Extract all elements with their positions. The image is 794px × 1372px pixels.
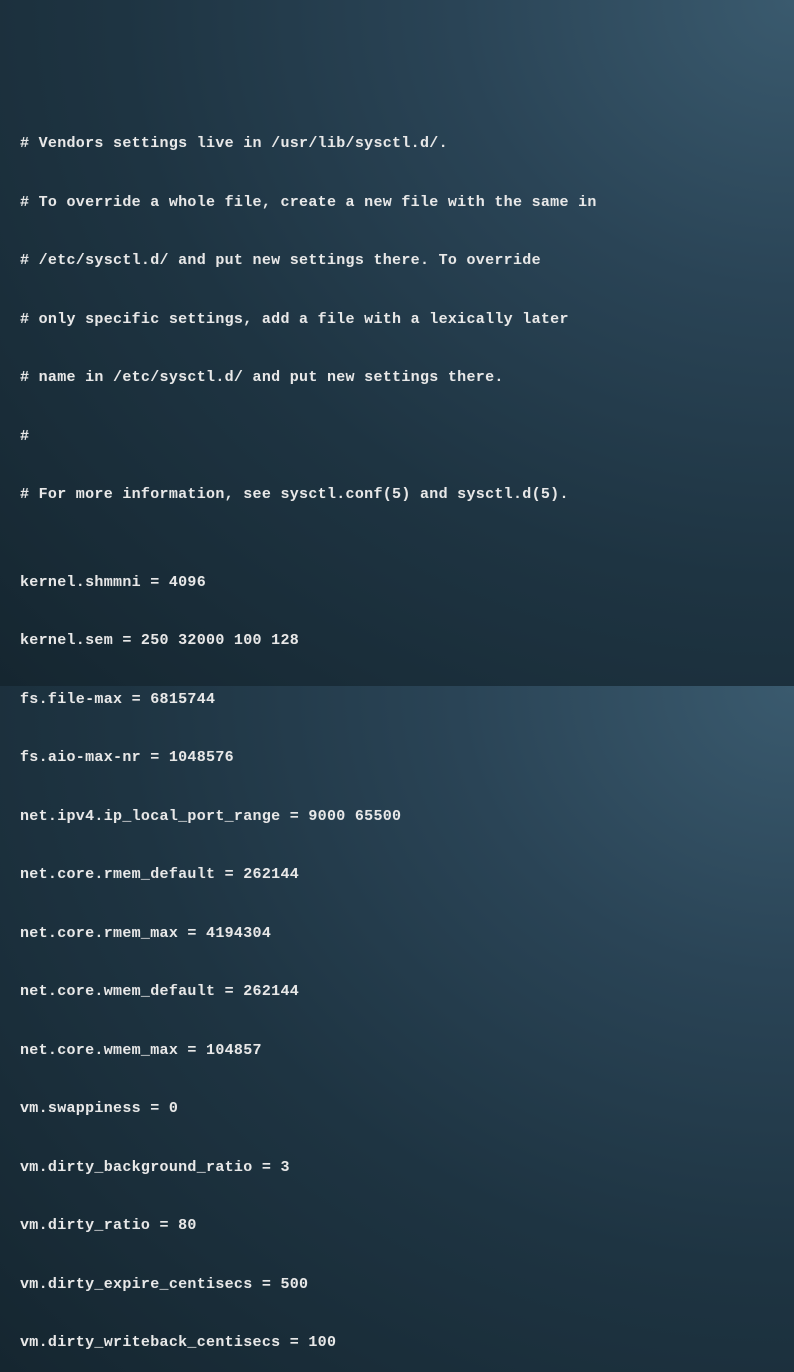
config-line: kernel.shmmni = 4096 xyxy=(20,568,774,597)
config-line: net.core.wmem_max = 104857 xyxy=(20,1036,774,1065)
config-line: # For more information, see sysctl.conf(… xyxy=(20,480,774,509)
config-line: # To override a whole file, create a new… xyxy=(20,188,774,217)
config-line: vm.dirty_background_ratio = 3 xyxy=(20,1153,774,1182)
config-line: # only specific settings, add a file wit… xyxy=(20,305,774,334)
config-line: net.core.rmem_max = 4194304 xyxy=(20,919,774,948)
config-line: fs.file-max = 6815744 xyxy=(20,685,774,714)
config-line: net.core.rmem_default = 262144 xyxy=(20,860,774,889)
config-line: # Vendors settings live in /usr/lib/sysc… xyxy=(20,129,774,158)
config-line: vm.swappiness = 0 xyxy=(20,1094,774,1123)
config-line: vm.dirty_writeback_centisecs = 100 xyxy=(20,1328,774,1357)
config-line: kernel.sem = 250 32000 100 128 xyxy=(20,626,774,655)
config-line: vm.dirty_ratio = 80 xyxy=(20,1211,774,1240)
config-line: net.ipv4.ip_local_port_range = 9000 6550… xyxy=(20,802,774,831)
config-line: vm.dirty_expire_centisecs = 500 xyxy=(20,1270,774,1299)
config-line: # /etc/sysctl.d/ and put new settings th… xyxy=(20,246,774,275)
config-line: # xyxy=(20,422,774,451)
config-line: fs.aio-max-nr = 1048576 xyxy=(20,743,774,772)
config-line: net.core.wmem_default = 262144 xyxy=(20,977,774,1006)
config-line: # name in /etc/sysctl.d/ and put new set… xyxy=(20,363,774,392)
